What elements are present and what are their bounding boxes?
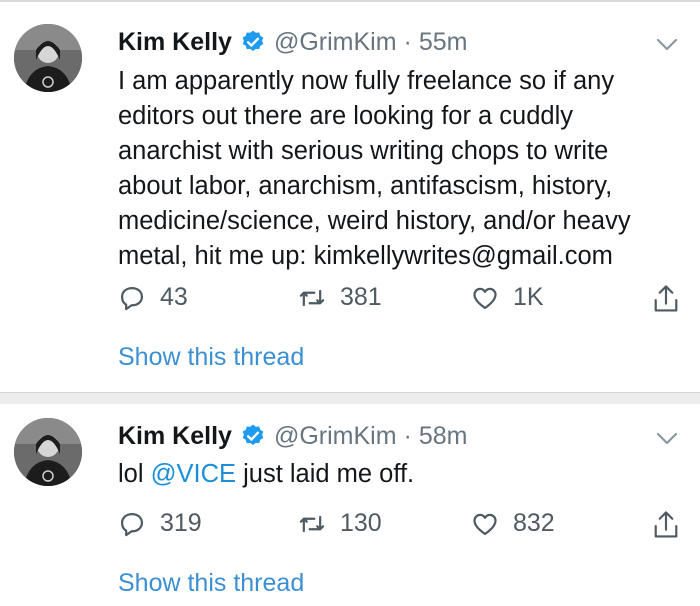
separator-dot: · — [403, 27, 412, 56]
reply-button[interactable]: 319 — [118, 509, 202, 538]
share-icon[interactable] — [652, 509, 680, 541]
text-after-mention: just laid me off. — [236, 460, 415, 488]
reply-icon — [120, 512, 144, 536]
like-count: 832 — [513, 509, 555, 537]
tweet-actions: 319 130 832 — [118, 509, 688, 541]
like-count: 1K — [513, 283, 544, 311]
retweet-count: 130 — [340, 509, 382, 537]
show-thread-link[interactable]: Show this thread — [118, 569, 304, 598]
tweet[interactable]: Kim Kelly @GrimKim · 58m lol @VICE just … — [0, 392, 700, 606]
retweet-button[interactable]: 130 — [298, 509, 382, 538]
author-name[interactable]: Kim Kelly — [118, 28, 232, 57]
text-before-mention: lol — [118, 460, 151, 488]
like-button[interactable]: 832 — [471, 509, 555, 538]
avatar-image — [14, 24, 82, 92]
avatar-image — [14, 418, 82, 486]
like-icon — [473, 287, 497, 309]
retweet-button[interactable]: 381 — [298, 283, 382, 312]
author-name[interactable]: Kim Kelly — [118, 422, 232, 451]
retweet-count: 381 — [340, 283, 382, 311]
author-handle[interactable]: @GrimKim — [274, 422, 397, 451]
like-icon — [473, 513, 497, 535]
chevron-down-icon[interactable] — [656, 432, 678, 446]
reply-count: 43 — [160, 283, 188, 311]
tweet-actions: 43 381 1K — [118, 283, 688, 315]
retweet-icon — [299, 515, 325, 532]
reply-icon — [120, 286, 144, 310]
reply-button[interactable]: 43 — [118, 283, 188, 312]
avatar[interactable] — [14, 24, 82, 92]
timestamp[interactable]: 58m — [419, 422, 468, 451]
avatar[interactable] — [14, 418, 82, 486]
separator-dot: · — [403, 421, 412, 450]
share-icon[interactable] — [652, 283, 680, 315]
verified-badge-icon — [240, 29, 266, 55]
show-thread-link[interactable]: Show this thread — [118, 343, 304, 372]
like-button[interactable]: 1K — [471, 283, 544, 312]
tweet-text: I am apparently now fully freelance so i… — [118, 67, 631, 270]
timestamp[interactable]: 55m — [419, 28, 468, 57]
retweet-icon — [299, 289, 325, 306]
tweet-text: lol @VICE just laid me off. — [118, 457, 678, 492]
chevron-down-icon[interactable] — [656, 38, 678, 52]
tweet-header: Kim Kelly @GrimKim · 58m — [118, 416, 468, 456]
verified-badge-icon — [240, 423, 266, 449]
tweet-header: Kim Kelly @GrimKim · 55m — [118, 22, 468, 62]
mention-link[interactable]: @VICE — [151, 460, 236, 488]
author-handle[interactable]: @GrimKim — [274, 28, 397, 57]
reply-count: 319 — [160, 509, 202, 537]
tweet[interactable]: Kim Kelly @GrimKim · 55m I am apparently… — [0, 0, 700, 392]
